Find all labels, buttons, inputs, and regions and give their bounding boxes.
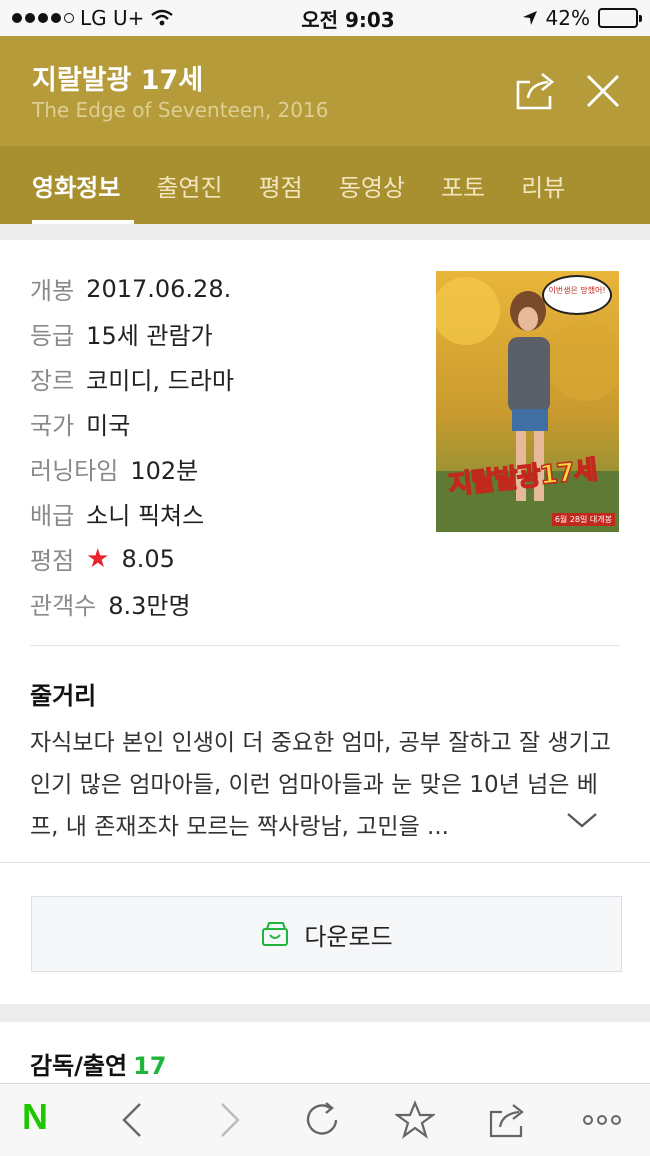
info-value: 102분: [130, 457, 199, 485]
browser-toolbar: N: [0, 1083, 650, 1156]
info-value: 2017.06.28.: [86, 274, 232, 303]
info-label: 관객수: [30, 592, 97, 620]
share-icon[interactable]: [488, 1100, 528, 1140]
close-button[interactable]: [584, 72, 622, 110]
movie-header: 지랄발광 17세 The Edge of Seventeen, 2016: [0, 36, 650, 146]
info-value: 15세 관람가: [86, 322, 213, 350]
info-value: 코미디, 드라마: [86, 367, 234, 395]
status-bar: LG U+ 오전 9:03 42%: [0, 0, 650, 36]
info-label: 평점: [30, 547, 75, 575]
download-label: 다운로드: [304, 922, 393, 951]
info-row-grade: 등급 15세 관람가: [30, 311, 234, 356]
tab-cast[interactable]: 출연진: [142, 146, 236, 224]
synopsis-heading: 줄거리: [30, 682, 97, 710]
wifi-icon: [151, 9, 174, 26]
location-arrow-icon: [522, 11, 537, 25]
movie-poster[interactable]: 이번생은 망했어! 지랄발광17세 6월 28일 대개봉: [436, 271, 619, 532]
info-row-genre: 장르 코미디, 드라마: [30, 356, 234, 401]
refresh-icon[interactable]: [302, 1100, 342, 1140]
cast-count: 17: [133, 1052, 167, 1080]
info-row-country: 국가 미국: [30, 401, 234, 446]
info-row-release: 개봉 2017.06.28.: [30, 266, 234, 311]
info-row-distributor: 배급 소니 픽쳐스: [30, 491, 234, 536]
share-button[interactable]: [514, 68, 558, 112]
info-value: 8.3만명: [108, 592, 191, 620]
star-icon: ★: [86, 543, 110, 574]
movie-info-list: 개봉 2017.06.28. 등급 15세 관람가 장르 코미디, 드라마 국가…: [30, 266, 234, 626]
naver-home-button[interactable]: N: [22, 1096, 62, 1137]
tab-ratings[interactable]: 평점: [245, 146, 317, 224]
carrier-label: LG U+: [80, 6, 145, 30]
back-icon[interactable]: [114, 1100, 154, 1140]
info-row-score[interactable]: 평점 ★ 8.05: [30, 536, 234, 581]
poster-release-date: 6월 28일 대개봉: [551, 513, 615, 526]
tab-videos[interactable]: 동영상: [325, 146, 419, 224]
bookmark-star-icon[interactable]: [395, 1100, 435, 1140]
info-label: 국가: [30, 412, 75, 440]
tab-movie-info[interactable]: 영화정보: [18, 146, 135, 224]
score-value: 8.05: [121, 544, 175, 573]
signal-strength-icon: [12, 13, 74, 23]
battery-icon: [598, 8, 642, 28]
synopsis-text: 자식보다 본인 인생이 더 중요한 엄마, 공부 잘하고 잘 생기고 인기 많은…: [30, 730, 611, 840]
tab-bar: 영화정보 출연진 평점 동영상 포토 리뷰: [0, 146, 650, 224]
movie-title: 지랄발광 17세: [32, 65, 204, 96]
status-right: 42%: [522, 6, 642, 30]
poster-speech-bubble: 이번생은 망했어!: [542, 275, 612, 315]
chevron-down-icon[interactable]: [566, 810, 598, 830]
section-gap: [0, 1004, 650, 1022]
cast-heading: 감독/출연 17: [30, 1046, 167, 1081]
info-value: 소니 픽쳐스: [86, 502, 205, 530]
divider: [30, 645, 620, 646]
battery-percent: 42%: [545, 6, 590, 30]
divider: [0, 862, 650, 863]
info-label: 러닝타임: [30, 457, 119, 485]
download-icon: [262, 922, 289, 946]
status-left: LG U+: [12, 6, 174, 30]
info-label: 개봉: [30, 277, 75, 305]
status-time: 오전 9:03: [301, 7, 395, 32]
cast-heading-label: 감독/출연: [30, 1052, 128, 1080]
info-label: 배급: [30, 502, 75, 530]
more-icon[interactable]: [582, 1100, 622, 1140]
forward-icon[interactable]: [208, 1100, 248, 1140]
info-label: 장르: [30, 367, 75, 395]
info-value: 미국: [86, 412, 131, 440]
download-button[interactable]: 다운로드: [31, 896, 622, 972]
close-icon: [586, 74, 620, 108]
info-row-audience: 관객수 8.3만명: [30, 581, 234, 626]
tab-reviews[interactable]: 리뷰: [507, 146, 579, 224]
section-gap: [0, 224, 650, 240]
tab-photos[interactable]: 포토: [427, 146, 499, 224]
info-row-runtime: 러닝타임 102분: [30, 446, 234, 491]
movie-subtitle: The Edge of Seventeen, 2016: [32, 98, 329, 122]
info-label: 등급: [30, 322, 75, 350]
